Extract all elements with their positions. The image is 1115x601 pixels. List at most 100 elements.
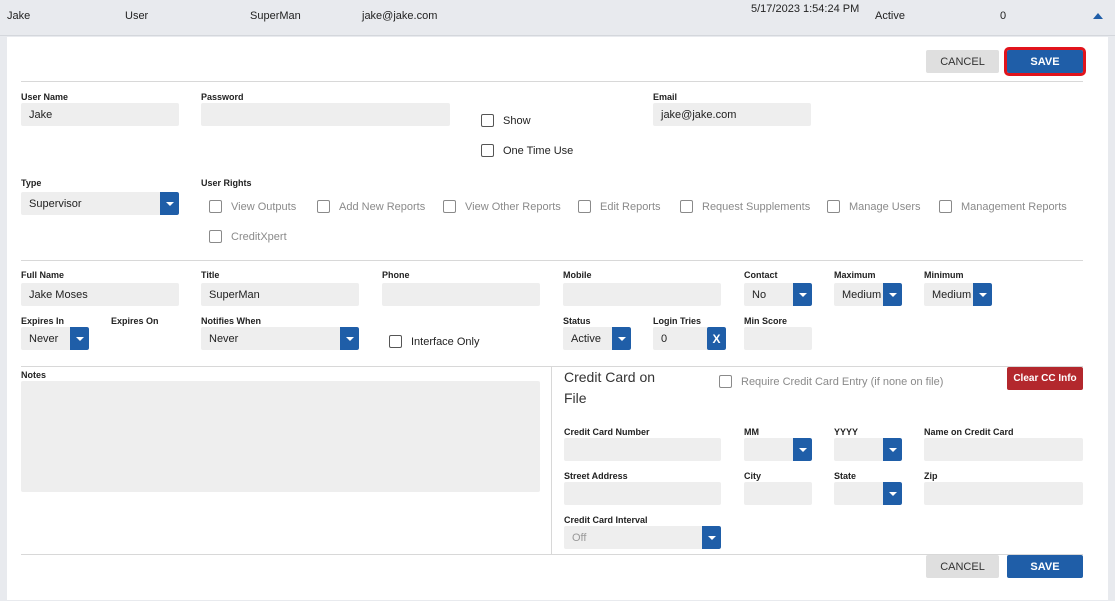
- cc-mm-select[interactable]: [744, 438, 812, 461]
- cc-interval-label: Credit Card Interval: [564, 515, 648, 525]
- street-address-label: Street Address: [564, 471, 628, 481]
- right-edit-reports[interactable]: Edit Reports: [578, 200, 661, 213]
- password-input[interactable]: [201, 103, 450, 126]
- type-select[interactable]: Supervisor: [21, 192, 179, 215]
- city-input[interactable]: [744, 482, 812, 505]
- dropdown-arrow-icon[interactable]: [612, 327, 631, 350]
- mobile-label: Mobile: [563, 270, 592, 280]
- user-name-label: User Name: [21, 92, 69, 102]
- zip-input[interactable]: [924, 482, 1083, 505]
- checkbox-box[interactable]: [827, 200, 840, 213]
- cancel-button-bottom[interactable]: CANCEL: [926, 555, 999, 578]
- cc-name-input[interactable]: [924, 438, 1083, 461]
- interface-only-checkbox[interactable]: Interface Only: [389, 335, 479, 348]
- cc-name-label: Name on Credit Card: [924, 427, 1014, 437]
- right-view-other-reports[interactable]: View Other Reports: [443, 200, 561, 213]
- right-creditxpert[interactable]: CreditXpert: [209, 230, 287, 243]
- maximum-value: Medium: [842, 288, 882, 301]
- chevron-up-icon[interactable]: [1093, 13, 1103, 19]
- checkbox-box[interactable]: [443, 200, 456, 213]
- user-summary-row[interactable]: Jake User SuperMan jake@jake.com 5/17/20…: [0, 0, 1115, 36]
- require-credit-card-checkbox[interactable]: Require Credit Card Entry (if none on fi…: [719, 375, 943, 388]
- expires-on-label: Expires On: [111, 316, 159, 326]
- cc-interval-select[interactable]: Off: [564, 526, 721, 549]
- dropdown-arrow-icon[interactable]: [883, 482, 902, 505]
- right-request-supplements[interactable]: Request Supplements: [680, 200, 810, 213]
- dropdown-arrow-icon[interactable]: [70, 327, 89, 350]
- notes-textarea[interactable]: [21, 381, 540, 492]
- notes-label: Notes: [21, 370, 47, 380]
- right-manage-users[interactable]: Manage Users: [827, 200, 921, 213]
- email-label: Email: [653, 92, 678, 102]
- dropdown-arrow-icon[interactable]: [883, 438, 902, 461]
- login-tries-value: 0: [661, 332, 668, 345]
- email-input[interactable]: jake@jake.com: [653, 103, 811, 126]
- expires-in-label: Expires In: [21, 316, 65, 326]
- notifies-when-select[interactable]: Never: [201, 327, 359, 350]
- credit-card-title: Credit Card on File: [564, 369, 656, 406]
- dropdown-arrow-icon[interactable]: [340, 327, 359, 350]
- dropdown-arrow-icon[interactable]: [883, 283, 902, 306]
- checkbox-box[interactable]: [209, 200, 222, 213]
- checkbox-box[interactable]: [939, 200, 952, 213]
- checkbox-box[interactable]: [481, 114, 494, 127]
- dropdown-arrow-icon[interactable]: [793, 283, 812, 306]
- cancel-button-top[interactable]: CANCEL: [926, 50, 999, 73]
- right-add-new-reports[interactable]: Add New Reports: [317, 200, 425, 213]
- save-button-bottom[interactable]: SAVE: [1007, 555, 1083, 578]
- checkbox-box[interactable]: [389, 335, 402, 348]
- user-name-input[interactable]: Jake: [21, 103, 179, 126]
- dropdown-arrow-icon[interactable]: [160, 192, 179, 215]
- checkbox-box[interactable]: [317, 200, 330, 213]
- status-select[interactable]: Active: [563, 327, 631, 350]
- one-time-use-label: One Time Use: [503, 144, 574, 157]
- checkbox-box[interactable]: [209, 230, 222, 243]
- clear-login-tries-button[interactable]: X: [707, 327, 726, 350]
- contact-select[interactable]: No: [744, 283, 812, 306]
- dropdown-arrow-icon[interactable]: [793, 438, 812, 461]
- show-password-checkbox[interactable]: Show: [481, 114, 531, 127]
- clear-cc-info-button[interactable]: Clear CC Info: [1007, 367, 1083, 390]
- cc-yyyy-select[interactable]: [834, 438, 902, 461]
- save-button-top[interactable]: SAVE: [1004, 47, 1086, 76]
- checkbox-box[interactable]: [481, 144, 494, 157]
- maximum-select[interactable]: Medium: [834, 283, 902, 306]
- one-time-use-checkbox[interactable]: One Time Use: [481, 144, 573, 157]
- right-management-reports[interactable]: Management Reports: [939, 200, 1067, 213]
- phone-input[interactable]: [382, 283, 540, 306]
- cc-mm-label: MM: [744, 427, 759, 437]
- street-address-input[interactable]: [564, 482, 721, 505]
- full-name-label: Full Name: [21, 270, 65, 280]
- cc-number-label: Credit Card Number: [564, 427, 650, 437]
- state-select[interactable]: [834, 482, 902, 505]
- login-tries-input[interactable]: 0 X: [653, 327, 726, 350]
- divider: [21, 260, 1083, 261]
- checkbox-box[interactable]: [719, 375, 732, 388]
- phone-label: Phone: [382, 270, 410, 280]
- show-password-label: Show: [503, 114, 531, 127]
- checkbox-box[interactable]: [578, 200, 591, 213]
- contact-value: No: [752, 288, 767, 301]
- dropdown-arrow-icon[interactable]: [702, 526, 721, 549]
- maximum-label: Maximum: [834, 270, 876, 280]
- checkbox-box[interactable]: [680, 200, 693, 213]
- divider: [21, 81, 1083, 82]
- minimum-value: Medium: [932, 288, 972, 301]
- summary-email: jake@jake.com: [362, 10, 438, 22]
- full-name-input[interactable]: Jake Moses: [21, 283, 179, 306]
- title-input[interactable]: SuperMan: [201, 283, 359, 306]
- cc-number-input[interactable]: [564, 438, 721, 461]
- right-view-outputs[interactable]: View Outputs: [209, 200, 296, 213]
- minimum-select[interactable]: Medium: [924, 283, 992, 306]
- expires-in-select[interactable]: Never: [21, 327, 89, 350]
- min-score-input[interactable]: [744, 327, 812, 350]
- title-label: Title: [201, 270, 220, 280]
- dropdown-arrow-icon[interactable]: [973, 283, 992, 306]
- mobile-input[interactable]: [563, 283, 721, 306]
- cc-interval-value: Off: [572, 531, 587, 544]
- password-label: Password: [201, 92, 244, 102]
- right-label: View Outputs: [231, 200, 297, 213]
- right-label: Request Supplements: [702, 200, 811, 213]
- right-label: View Other Reports: [465, 200, 561, 213]
- user-edit-panel: CANCEL SAVE User Name Jake Password Show…: [7, 37, 1108, 600]
